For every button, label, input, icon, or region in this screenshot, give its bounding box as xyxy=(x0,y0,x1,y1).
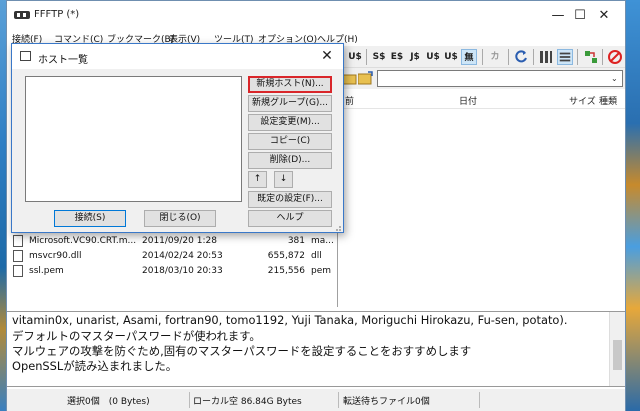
log-line: デフォルトのマスターパスワードが使われます。 xyxy=(12,329,261,343)
status-separator xyxy=(338,392,339,408)
toolbar-kana-button[interactable]: カ xyxy=(487,49,503,65)
desktop-background-right xyxy=(626,0,640,411)
dialog-title-bar[interactable]: ホスト一覧 ✕ xyxy=(12,44,343,69)
move-up-button[interactable]: ↑ xyxy=(248,171,267,188)
toolbar-separator xyxy=(366,49,367,65)
chevron-down-icon: ⌄ xyxy=(611,74,618,83)
remote-path-bar: ⌄ xyxy=(337,68,625,89)
toolbar-separator xyxy=(602,49,603,65)
toolbar: U$ S$ E$ J$ U$ U$ 無 カ xyxy=(337,46,625,68)
log-line: OpenSSLが読み込まれました。 xyxy=(12,359,178,373)
folder-up-icon[interactable] xyxy=(343,71,357,85)
remote-list-header: 前 日付 サイズ 種類 xyxy=(337,89,625,109)
log-line: vitamin0x, unarist, Asami, fortran90, to… xyxy=(12,313,568,327)
toolbar-transfer-mode-button[interactable]: U$ xyxy=(347,49,363,65)
file-type: ma... xyxy=(311,236,334,246)
close-button[interactable]: ✕ xyxy=(583,1,625,30)
new-group-button[interactable]: 新規グループ(G)... xyxy=(248,95,332,112)
file-icon xyxy=(13,250,23,262)
toolbar-separator xyxy=(482,49,483,65)
log-scrollbar[interactable] xyxy=(609,312,625,386)
file-size: 381 xyxy=(287,236,305,246)
new-host-button[interactable]: 新規ホスト(N)... xyxy=(248,76,332,93)
sync-icon[interactable] xyxy=(583,49,599,65)
toolbar-separator xyxy=(533,49,534,65)
default-settings-button[interactable]: 既定の設定(F)... xyxy=(248,191,332,208)
toolbar-jis-button[interactable]: J$ xyxy=(407,49,423,65)
file-type: dll xyxy=(311,251,322,261)
resize-grip-icon[interactable] xyxy=(332,222,342,232)
status-separator xyxy=(189,392,190,408)
column-type[interactable]: 種類 xyxy=(599,94,617,107)
remote-file-list[interactable] xyxy=(337,109,625,307)
toolbar-sjis-button[interactable]: S$ xyxy=(371,49,387,65)
status-bar: 選択0個 (0 Bytes) ローカル空 86.84G Bytes 転送待ちファ… xyxy=(7,389,625,411)
log-panel[interactable]: vitamin0x, unarist, Asami, fortran90, to… xyxy=(7,311,625,387)
toolbar-separator xyxy=(577,49,578,65)
dialog-title: ホスト一覧 xyxy=(38,55,88,66)
file-size: 655,872 xyxy=(267,251,305,261)
detail-view-icon[interactable] xyxy=(557,49,573,65)
file-name: msvcr90.dll xyxy=(29,251,82,261)
list-view-icon[interactable] xyxy=(538,49,554,65)
copy-button[interactable]: コピー(C) xyxy=(248,133,332,150)
file-icon xyxy=(13,235,23,247)
column-date[interactable]: 日付 xyxy=(459,94,477,107)
file-date: 2018/03/10 20:33 xyxy=(142,266,223,276)
toolbar-separator xyxy=(508,49,509,65)
file-date: 2011/09/20 1:28 xyxy=(142,236,217,246)
edit-settings-button[interactable]: 設定変更(M)... xyxy=(248,114,332,131)
refresh-icon[interactable] xyxy=(513,49,529,65)
remote-path-combobox[interactable]: ⌄ xyxy=(377,70,623,87)
file-icon xyxy=(13,265,23,277)
column-size[interactable]: サイズ xyxy=(569,94,596,107)
host-list[interactable] xyxy=(25,76,242,202)
toolbar-euc-button[interactable]: E$ xyxy=(389,49,405,65)
title-bar[interactable]: FFFTP (*) — ☐ ✕ xyxy=(7,1,625,30)
status-selected: 選択0個 (0 Bytes) xyxy=(67,397,150,407)
app-icon xyxy=(14,11,30,19)
file-name: Microsoft.VC90.CRT.m... xyxy=(29,236,137,246)
file-size: 215,556 xyxy=(267,266,305,276)
close-dialog-button[interactable]: 閉じる(O) xyxy=(144,210,216,227)
dialog-icon xyxy=(20,51,31,61)
log-line: マルウェアの攻撃を防ぐため,固有のマスターパスワードを設定することをおすすめしま… xyxy=(12,344,472,358)
toolbar-utf8-button[interactable]: U$ xyxy=(425,49,441,65)
status-local-free: ローカル空 86.84G Bytes xyxy=(193,397,302,407)
host-list-dialog: ホスト一覧 ✕ 新規ホスト(N)... 新規グループ(G)... 設定変更(M)… xyxy=(11,43,344,233)
move-down-button[interactable]: ↓ xyxy=(274,171,293,188)
local-file-list[interactable]: Microsoft.VC90.CRT.m... 2011/09/20 1:28 … xyxy=(7,227,334,307)
stop-icon[interactable] xyxy=(607,49,623,65)
toolbar-no-convert-button[interactable]: 無 xyxy=(461,49,477,65)
status-queue: 転送待ちファイル0個 xyxy=(343,397,430,407)
dialog-close-button[interactable]: ✕ xyxy=(315,45,339,67)
help-button[interactable]: ヘルプ xyxy=(248,210,332,227)
open-folder-icon[interactable] xyxy=(358,71,373,85)
status-separator xyxy=(479,392,480,408)
app-title: FFFTP (*) xyxy=(34,9,80,20)
file-type: pem xyxy=(311,266,332,276)
column-name[interactable]: 前 xyxy=(345,94,354,107)
connect-button[interactable]: 接続(S) xyxy=(54,210,126,227)
scrollbar-thumb[interactable] xyxy=(613,340,622,370)
table-row[interactable]: ssl.pem 2018/03/10 20:33 215,556 pem xyxy=(13,263,332,280)
file-date: 2014/02/24 20:53 xyxy=(142,251,223,261)
toolbar-utf8bom-button[interactable]: U$ xyxy=(443,49,459,65)
delete-button[interactable]: 削除(D)... xyxy=(248,152,332,169)
file-name: ssl.pem xyxy=(29,266,64,276)
